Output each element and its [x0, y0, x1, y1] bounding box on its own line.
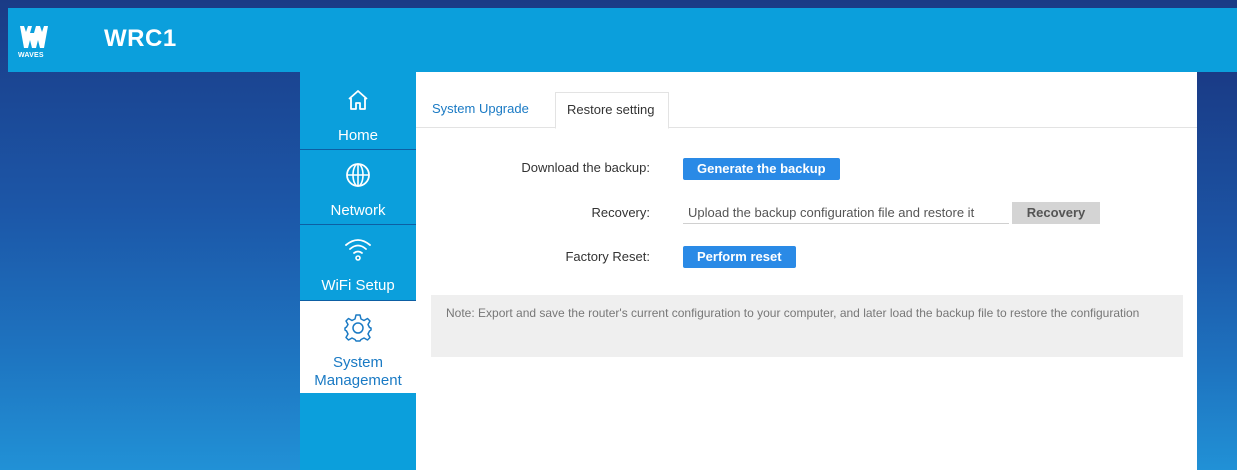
- download-backup-label: Download the backup:: [521, 160, 650, 175]
- waves-logo-icon: [20, 26, 48, 48]
- backup-file-input[interactable]: Upload the backup configuration file and…: [683, 202, 1009, 224]
- background-panel: [1197, 72, 1237, 470]
- tab-restore-setting[interactable]: Restore setting: [555, 92, 669, 129]
- globe-icon: [300, 162, 416, 193]
- perform-reset-button[interactable]: Perform reset: [683, 246, 796, 268]
- home-icon: [300, 88, 416, 117]
- wifi-icon: [300, 235, 416, 268]
- logo-text: WAVES: [18, 52, 44, 59]
- sidebar-item-home[interactable]: Home: [300, 72, 416, 150]
- recovery-button[interactable]: Recovery: [1012, 202, 1100, 224]
- sidebar-item-label: Network: [330, 202, 386, 219]
- sidebar-item-network[interactable]: Network: [300, 150, 416, 225]
- note-box: Note: Export and save the router's curre…: [431, 295, 1183, 357]
- factory-reset-label: Factory Reset:: [565, 249, 650, 264]
- sidebar-item-wifi[interactable]: WiFi Setup: [300, 225, 416, 301]
- brand-name: WRC1: [104, 25, 177, 52]
- top-header: WAVES WRC1: [8, 8, 1237, 72]
- sidebar-item-system-management[interactable]: System Management: [300, 301, 416, 393]
- gear-icon: [300, 313, 416, 348]
- sidebar-item-label: WiFi Setup: [321, 277, 395, 294]
- tab-bar: System Upgrade Restore setting: [416, 92, 1197, 129]
- sidebar: Home Network WiFi Setup System Managemen…: [300, 72, 416, 470]
- sidebar-item-label: System Management: [314, 354, 402, 389]
- content-panel: System Upgrade Restore setting Download …: [416, 72, 1197, 470]
- sidebar-item-label: Home: [337, 127, 378, 144]
- recovery-label: Recovery:: [591, 205, 650, 220]
- generate-backup-button[interactable]: Generate the backup: [683, 158, 840, 180]
- tab-system-upgrade[interactable]: System Upgrade: [421, 92, 540, 128]
